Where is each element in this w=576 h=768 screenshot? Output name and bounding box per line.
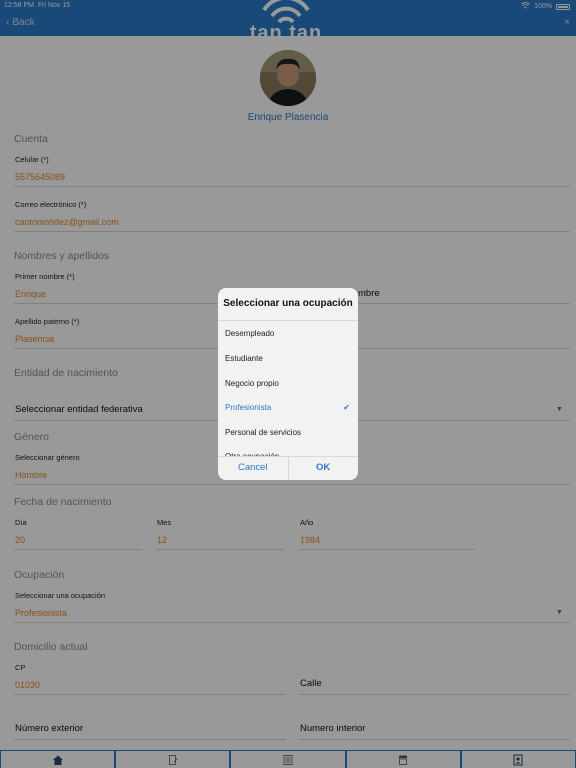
checkmark-icon: ✔ xyxy=(343,403,350,412)
dialog-title: Seleccionar una ocupación xyxy=(223,298,353,309)
ok-button[interactable]: OK xyxy=(316,462,330,473)
cancel-button[interactable]: Cancel xyxy=(238,462,268,473)
divider xyxy=(218,320,358,321)
occupation-picker-dialog: Seleccionar una ocupación Desempleado Es… xyxy=(218,288,358,480)
option-negocio-propio[interactable]: Negocio propio xyxy=(225,379,279,388)
divider xyxy=(288,456,289,480)
option-profesionista[interactable]: Profesionista xyxy=(225,403,271,412)
option-personal-servicios[interactable]: Personal de servicios xyxy=(225,428,301,437)
option-estudiante[interactable]: Estudiante xyxy=(225,354,263,363)
option-desempleado[interactable]: Desempleado xyxy=(225,329,274,338)
